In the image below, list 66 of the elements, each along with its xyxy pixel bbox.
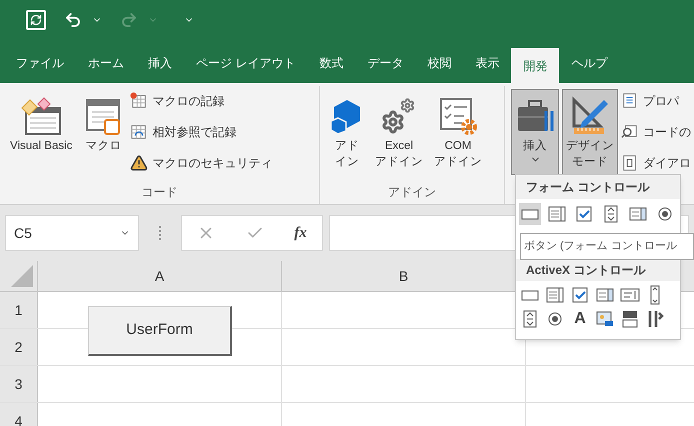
ribbon-tab[interactable]: 表示	[463, 45, 512, 80]
dialog-icon	[621, 154, 639, 172]
warning-icon	[130, 154, 148, 172]
form-control-item[interactable]	[519, 203, 541, 225]
button-label: 挿入	[523, 138, 547, 154]
gears-icon	[381, 98, 417, 134]
ribbon-small-button[interactable]: ダイアロ	[621, 154, 691, 172]
ribbon-tab[interactable]: ヘルプ	[559, 45, 620, 80]
button-label: アドイン	[434, 155, 482, 170]
checkbox-icon	[570, 285, 590, 305]
ribbon-button[interactable]: 挿入	[511, 89, 559, 175]
autosave-icon[interactable]	[26, 10, 46, 30]
ribbon-button[interactable]: デザイン モード	[562, 89, 618, 175]
ribbon-button[interactable]: Excel アドイン	[371, 89, 427, 175]
combo-box-icon	[545, 285, 565, 305]
ribbon-button[interactable]: アド イン	[326, 89, 368, 175]
column-header[interactable]: A	[38, 261, 282, 291]
insert-function-button[interactable]: fx	[294, 222, 307, 244]
ribbon-tab[interactable]: ファイル	[4, 45, 76, 80]
button-label: Excel	[384, 139, 414, 154]
ribbon-tab[interactable]: ホーム	[76, 45, 136, 80]
ribbon-small-button[interactable]: コードの	[621, 123, 691, 141]
checkbox-icon	[574, 204, 594, 224]
button-label: COM	[444, 139, 472, 154]
ribbon-button[interactable]: マクロ	[79, 89, 128, 175]
form-button[interactable]: UserForm	[88, 306, 232, 356]
ribbon-small-button[interactable]: マクロのセキュリティ	[130, 154, 272, 172]
menu-header: ActiveX コントロール	[516, 259, 680, 281]
combo-box-icon	[547, 204, 567, 224]
undo-button[interactable]	[64, 11, 82, 29]
row-header[interactable]: 1	[0, 292, 38, 328]
grid-icon	[130, 123, 148, 141]
image-icon	[595, 309, 615, 329]
button-label: アドイン	[375, 155, 423, 170]
ribbon-button[interactable]: Visual Basic	[6, 89, 76, 175]
label-control-icon[interactable]: A	[570, 309, 590, 329]
ruler-pencil-icon	[570, 96, 610, 136]
button-label: マクロ	[85, 139, 122, 154]
list-icon	[621, 92, 639, 110]
group-label: コード	[140, 184, 178, 201]
name-box[interactable]: C5	[5, 215, 139, 251]
drag-handle-icon[interactable]	[159, 226, 161, 240]
ribbon-tab[interactable]: データ	[355, 45, 416, 80]
ribbon-small-button[interactable]: マクロの記録	[130, 92, 272, 110]
button-label: アド	[335, 139, 359, 154]
ribbon-small-button[interactable]: プロパ	[621, 92, 691, 110]
ribbon-tab[interactable]: 数式	[307, 45, 356, 80]
ribbon-tab[interactable]: 挿入	[136, 45, 184, 80]
button-label: デザイン	[566, 139, 614, 154]
checklist-icon	[438, 96, 478, 136]
ribbon-tab[interactable]: ページ レイアウト	[184, 45, 308, 80]
ribbon-button[interactable]: COM アドイン	[430, 89, 486, 175]
button-label: イン	[335, 155, 359, 170]
row-header[interactable]: 3	[0, 366, 38, 402]
tooltip: ボタン (フォーム コントロール	[520, 233, 694, 260]
ribbon-small-button[interactable]: 相対参照で記録	[130, 123, 272, 141]
button-label: モード	[572, 155, 608, 170]
group-label: アドイン	[387, 184, 437, 201]
ribbon-tab[interactable]: 校閲	[415, 45, 464, 80]
row-header[interactable]: 2	[0, 329, 38, 365]
button-label: Visual Basic	[10, 139, 72, 154]
row-header[interactable]: 4	[0, 403, 38, 426]
menu-header: フォーム コントロール	[516, 175, 680, 199]
ribbon-tab[interactable]: 開発	[511, 48, 560, 83]
toggle-button-icon	[620, 309, 640, 329]
record-table-icon	[130, 92, 148, 110]
